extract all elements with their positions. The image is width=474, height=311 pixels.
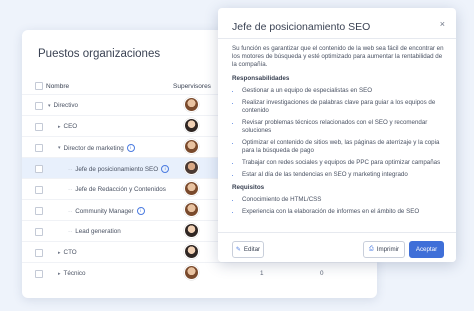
edit-button-label: Editar [243,246,261,253]
info-icon[interactable]: i [126,144,135,152]
list-item: Experiencia con la elaboración de inform… [241,208,446,216]
avatar [184,202,199,217]
caret-right-icon[interactable]: ▸ [58,250,61,256]
position-description: Su función es garantizar que el contenid… [232,45,444,68]
list-item: Optimizar el contenido de sitios web, la… [241,139,446,155]
caret-down-icon[interactable]: ▾ [48,103,51,109]
requirements-list: Conocimiento de HTML/CSS Experiencia con … [232,196,446,216]
row-label-group: ▾ Director de marketing i [58,144,135,152]
print-button-label: Imprimir [376,246,400,253]
row-label: Técnico [63,270,86,277]
row-label: Directivo [53,102,79,109]
row-label-group: ▸ CTO [58,249,77,256]
requirements-heading: Requisitos [232,184,265,191]
row-label-group: ·· Jefe de posicionamiento SEO i [68,165,170,173]
row-label-group: ·· Jefe de Redacción y Contenidos [68,186,166,193]
row-label: Jefe de posicionamiento SEO [75,165,159,173]
row-label: Community Manager [75,207,134,215]
panel-body: Su función es garantizar que el contenid… [232,45,446,229]
avatar [184,223,199,238]
printer-icon: ⎙ [368,246,374,252]
row-label-group: ▸ CEO [58,123,77,130]
row-count-secondary: 0 [320,270,324,277]
row-checkbox[interactable] [35,123,43,131]
row-label: Director de marketing [63,144,124,152]
list-item: Estar al día de las tendencias en SEO y … [241,171,446,179]
panel-footer: ✎ Editar ⎙ Imprimir Aceptar [218,232,456,262]
tree-connector-icon: ·· [68,186,73,193]
avatar [184,265,199,280]
row-checkbox[interactable] [35,249,43,257]
avatar [184,181,199,196]
caret-down-icon[interactable]: ▾ [58,145,61,151]
row-label: CTO [63,249,77,256]
tree-connector-icon: ·· [68,165,73,173]
accept-button[interactable]: Aceptar [409,241,444,258]
list-item: Revisar problemas técnicos relacionados … [241,119,446,135]
row-checkbox[interactable] [35,144,43,152]
row-label-group: ▾ Directivo [48,102,78,109]
pencil-icon: ✎ [235,247,241,253]
row-label-group: ·· Lead generation [68,228,121,235]
info-icon[interactable]: i [161,165,170,173]
col-supervisors-header: Supervisores [173,83,211,90]
list-item: Trabajar con redes sociales y equipos de… [241,159,446,167]
row-label: Jefe de Redacción y Contenidos [75,186,166,193]
avatar [184,244,199,259]
row-count: 1 [260,270,264,277]
row-label: CEO [63,123,78,130]
position-detail-panel: Jefe de posicionamiento SEO × Su función… [218,8,456,262]
avatar [184,160,199,175]
table-row[interactable]: ▸ Técnico 1 0 [22,262,377,284]
list-item: Conocimiento de HTML/CSS [241,196,446,204]
caret-right-icon[interactable]: ▸ [58,124,61,130]
row-label-group: ▸ Técnico [58,270,86,277]
caret-right-icon[interactable]: ▸ [58,271,61,277]
list-item: Realizar investigaciones de palabras cla… [241,99,446,115]
row-checkbox[interactable] [35,228,43,236]
print-button[interactable]: ⎙ Imprimir [363,241,405,258]
avatar [184,139,199,154]
row-checkbox[interactable] [35,165,43,173]
avatar [184,118,199,133]
divider [218,38,456,39]
info-icon[interactable]: i [136,207,145,215]
col-name-header: Nombre [46,83,70,90]
tree-connector-icon: ·· [68,228,73,235]
row-checkbox[interactable] [35,186,43,194]
responsibilities-list: Gestionar a un equipo de especialistas e… [232,87,446,179]
row-checkbox[interactable] [35,270,43,278]
row-label-group: ·· Community Manager i [68,207,145,215]
avatar [184,97,199,112]
tree-connector-icon: ·· [68,207,73,215]
list-item: Gestionar a un equipo de especialistas e… [241,87,446,95]
row-checkbox[interactable] [35,102,43,110]
panel-title: Jefe de posicionamiento SEO [232,21,371,33]
close-icon[interactable]: × [440,19,445,29]
select-all-checkbox[interactable] [35,82,43,90]
row-checkbox[interactable] [35,207,43,215]
row-label: Lead generation [75,228,121,235]
edit-button[interactable]: ✎ Editar [232,241,264,258]
accept-button-label: Aceptar [415,246,438,253]
card-title: Puestos organizaciones [38,48,161,60]
responsibilities-heading: Responsabilidades [232,75,290,82]
